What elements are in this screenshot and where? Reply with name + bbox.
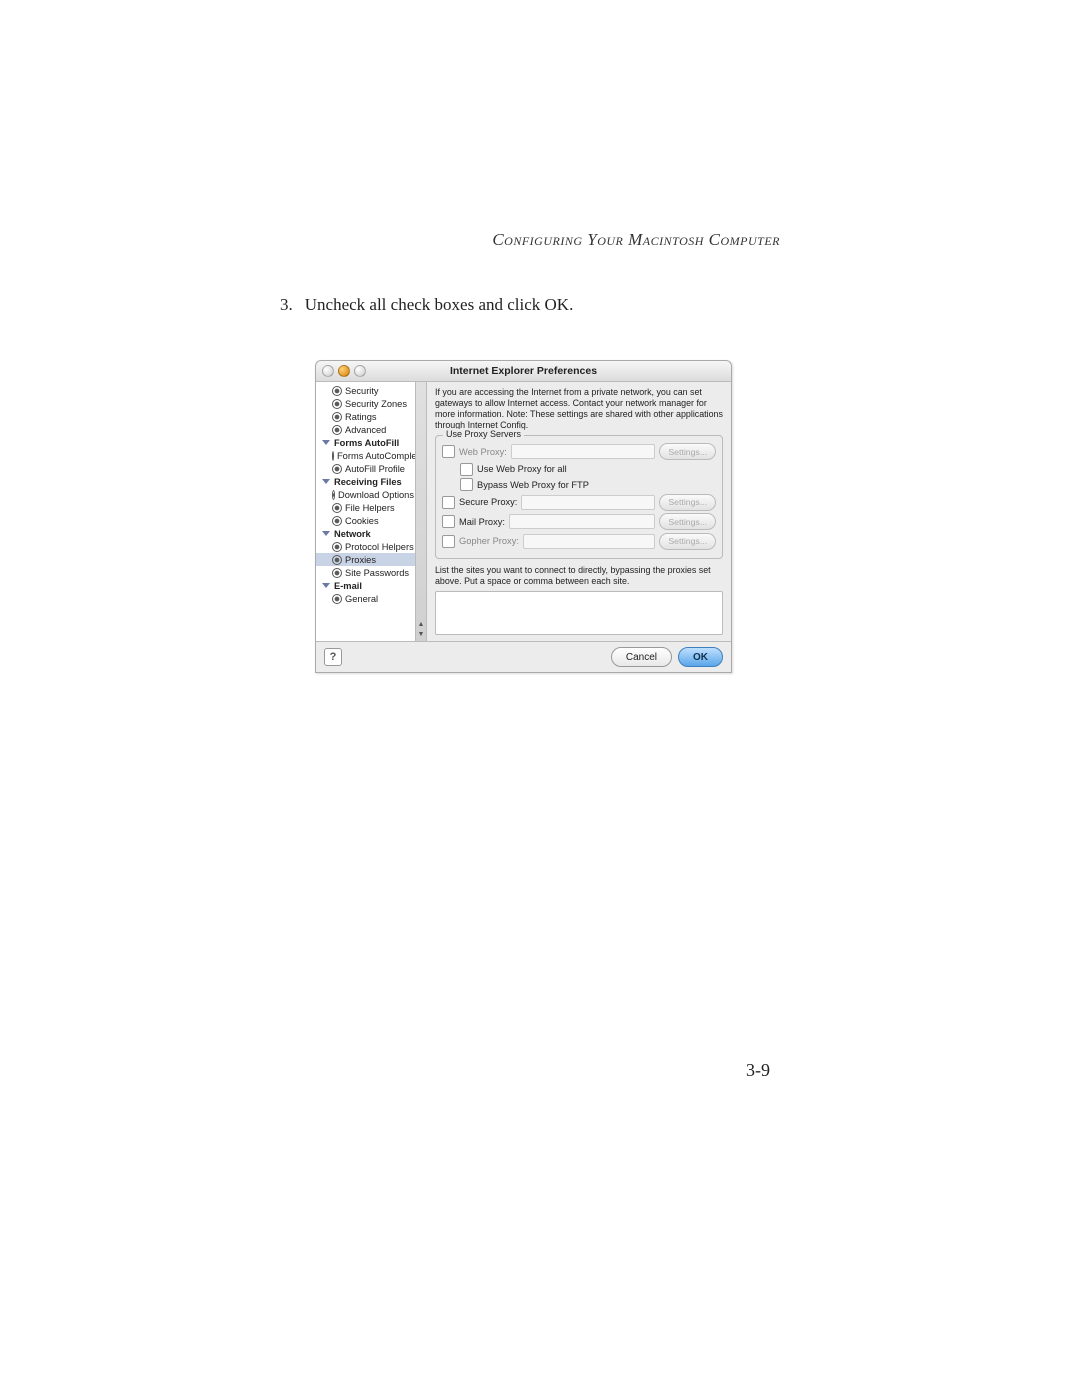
step-text: Uncheck all check boxes and click OK.: [305, 295, 574, 315]
gear-icon: [332, 568, 342, 578]
disclosure-triangle-icon[interactable]: [322, 583, 330, 588]
preferences-content: If you are accessing the Internet from a…: [427, 382, 731, 641]
sidebar-item-label: E-mail: [334, 581, 362, 591]
gopher-proxy-field[interactable]: [523, 534, 655, 549]
web-proxy-checkbox[interactable]: [442, 445, 455, 458]
instruction-step: 3. Uncheck all check boxes and click OK.: [280, 295, 780, 315]
gear-icon: [332, 542, 342, 552]
sidebar-item-general[interactable]: General: [316, 592, 416, 605]
use-web-proxy-all-label: Use Web Proxy for all: [477, 464, 567, 474]
sidebar-item-site-passwords[interactable]: Site Passwords: [316, 566, 416, 579]
disclosure-triangle-icon[interactable]: [322, 531, 330, 536]
sidebar-item-label: Proxies: [345, 555, 376, 565]
secure-proxy-checkbox[interactable]: [442, 496, 455, 509]
sidebar-item-label: General: [345, 594, 378, 604]
sidebar-item-label: Security Zones: [345, 399, 407, 409]
bypass-ftp-checkbox[interactable]: [460, 478, 473, 491]
sidebar-item-proxies[interactable]: Proxies: [316, 553, 416, 566]
sidebar-item-forms-autofill[interactable]: Forms AutoFill: [316, 436, 416, 449]
sidebar-item-label: Cookies: [345, 516, 379, 526]
gear-icon: [332, 399, 342, 409]
secure-proxy-label: Secure Proxy:: [459, 497, 517, 507]
scroll-up-icon[interactable]: ▲: [416, 621, 426, 631]
gear-icon: [332, 425, 342, 435]
groupbox-legend: Use Proxy Servers: [443, 429, 524, 439]
sidebar-item-label: Download Options: [338, 490, 414, 500]
gear-icon: [332, 555, 342, 565]
sidebar-item-label: Forms AutoComplete: [337, 451, 424, 461]
gear-icon: [332, 503, 342, 513]
mail-proxy-label: Mail Proxy:: [459, 517, 505, 527]
web-proxy-settings-button[interactable]: Settings...: [659, 443, 716, 460]
sidebar-item-security[interactable]: Security: [316, 384, 416, 397]
web-proxy-field[interactable]: [511, 444, 655, 459]
mail-proxy-row: Mail Proxy: Settings...: [442, 513, 716, 530]
dialog-button-bar: ? Cancel OK: [316, 641, 731, 672]
gear-icon: [332, 464, 342, 474]
sidebar-item-label: Forms AutoFill: [334, 438, 399, 448]
cancel-button[interactable]: Cancel: [611, 647, 672, 667]
preferences-window: Internet Explorer Preferences SecuritySe…: [315, 360, 732, 673]
sidebar-item-protocol-helpers[interactable]: Protocol Helpers: [316, 540, 416, 553]
sidebar-item-forms-autocomplete[interactable]: Forms AutoComplete: [316, 449, 416, 462]
sidebar-item-download-options[interactable]: Download Options: [316, 488, 416, 501]
sidebar-item-file-helpers[interactable]: File Helpers: [316, 501, 416, 514]
preferences-sidebar: Security Security Zones Ratings Advanced For…: [316, 382, 427, 641]
gopher-proxy-checkbox[interactable]: [442, 535, 455, 548]
mail-proxy-settings-button[interactable]: Settings...: [659, 513, 716, 530]
page-number: 3-9: [746, 1060, 770, 1081]
ok-button[interactable]: OK: [678, 647, 723, 667]
bypass-ftp-label: Bypass Web Proxy for FTP: [477, 480, 589, 490]
proxy-groupbox: Use Proxy Servers Web Proxy: Settings...…: [435, 435, 723, 560]
gear-icon: [332, 412, 342, 422]
gear-icon: [332, 490, 335, 500]
gopher-proxy-settings-button[interactable]: Settings...: [659, 533, 716, 550]
sidebar-item-label: Ratings: [345, 412, 377, 422]
web-proxy-label: Web Proxy:: [459, 447, 507, 457]
sidebar-item-cookies[interactable]: Cookies: [316, 514, 416, 527]
sidebar-item-label: Site Passwords: [345, 568, 409, 578]
sidebar-item-label: File Helpers: [345, 503, 395, 513]
secure-proxy-row: Secure Proxy: Settings...: [442, 494, 716, 511]
disclosure-triangle-icon[interactable]: [322, 479, 330, 484]
running-header: Configuring Your Macintosh Computer: [280, 230, 780, 250]
window-title: Internet Explorer Preferences: [316, 365, 731, 377]
bypass-ftp-row: Bypass Web Proxy for FTP: [442, 478, 716, 491]
gopher-proxy-label: Gopher Proxy:: [459, 536, 519, 546]
sidebar-item-advanced[interactable]: Advanced: [316, 423, 416, 436]
mail-proxy-field[interactable]: [509, 514, 655, 529]
sidebar-item-ratings[interactable]: Ratings: [316, 410, 416, 423]
bypass-sites-textarea[interactable]: [435, 591, 723, 635]
step-number: 3.: [280, 295, 293, 315]
bypass-description: List the sites you want to connect to di…: [435, 565, 723, 587]
sidebar-scrollbar[interactable]: ▲ ▼: [415, 382, 426, 641]
gear-icon: [332, 594, 342, 604]
secure-proxy-field[interactable]: [521, 495, 655, 510]
gear-icon: [332, 386, 342, 396]
sidebar-item-network[interactable]: Network: [316, 527, 416, 540]
sidebar-item-label: Network: [334, 529, 371, 539]
sidebar-item-label: Protocol Helpers: [345, 542, 414, 552]
sidebar-item-autofill-profile[interactable]: AutoFill Profile: [316, 462, 416, 475]
use-web-proxy-all-checkbox[interactable]: [460, 463, 473, 476]
intro-text: If you are accessing the Internet from a…: [435, 387, 723, 432]
use-web-proxy-all-row: Use Web Proxy for all: [442, 463, 716, 476]
gopher-proxy-row: Gopher Proxy: Settings...: [442, 533, 716, 550]
sidebar-item-label: AutoFill Profile: [345, 464, 405, 474]
mail-proxy-checkbox[interactable]: [442, 515, 455, 528]
sidebar-item-e-mail[interactable]: E-mail: [316, 579, 416, 592]
sidebar-item-label: Receiving Files: [334, 477, 402, 487]
sidebar-item-receiving-files[interactable]: Receiving Files: [316, 475, 416, 488]
sidebar-item-security-zones[interactable]: Security Zones: [316, 397, 416, 410]
gear-icon: [332, 516, 342, 526]
window-titlebar: Internet Explorer Preferences: [316, 361, 731, 382]
sidebar-item-label: Security: [345, 386, 379, 396]
gear-icon: [332, 451, 334, 461]
web-proxy-row: Web Proxy: Settings...: [442, 443, 716, 460]
sidebar-item-label: Advanced: [345, 425, 386, 435]
help-button[interactable]: ?: [324, 648, 342, 666]
disclosure-triangle-icon[interactable]: [322, 440, 330, 445]
scroll-down-icon[interactable]: ▼: [416, 631, 426, 641]
secure-proxy-settings-button[interactable]: Settings...: [659, 494, 716, 511]
